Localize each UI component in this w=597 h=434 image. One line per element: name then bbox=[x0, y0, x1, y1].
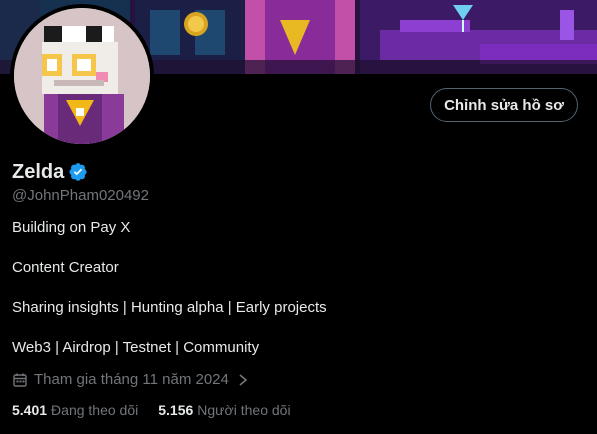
edit-profile-button[interactable]: Chỉnh sửa hồ sơ bbox=[430, 88, 578, 122]
avatar-pixel-art bbox=[14, 8, 150, 144]
display-name: Zelda bbox=[12, 160, 65, 183]
calendar-icon bbox=[12, 372, 28, 388]
avatar-frame[interactable] bbox=[10, 4, 154, 148]
avatar[interactable] bbox=[14, 8, 150, 144]
followers-link[interactable]: 5.156 Người theo dõi bbox=[158, 402, 290, 418]
following-label: Đang theo dõi bbox=[51, 402, 139, 418]
bio-line: Content Creator bbox=[12, 259, 119, 276]
chevron-right-icon bbox=[235, 372, 251, 388]
joined-label: Tham gia tháng 11 năm 2024 bbox=[34, 371, 229, 388]
bio-line: Building on Pay X bbox=[12, 219, 131, 236]
bio-line: Web3 | Airdrop | Testnet | Community bbox=[12, 339, 260, 356]
user-handle: @JohnPham020492 bbox=[12, 187, 149, 204]
followers-count: 5.156 bbox=[158, 402, 194, 418]
following-count: 5.401 bbox=[12, 402, 48, 418]
following-link[interactable]: 5.401 Đang theo dõi bbox=[12, 402, 138, 418]
bio-line: Sharing insights | Hunting alpha | Early… bbox=[12, 299, 327, 316]
verified-badge-icon[interactable] bbox=[68, 162, 88, 182]
name-row: Zelda bbox=[12, 160, 88, 184]
followers-label: Người theo dõi bbox=[197, 402, 291, 418]
joined-date[interactable]: Tham gia tháng 11 năm 2024 bbox=[12, 371, 251, 388]
follow-stats: 5.401 Đang theo dõi 5.156 Người theo dõi bbox=[12, 402, 291, 418]
